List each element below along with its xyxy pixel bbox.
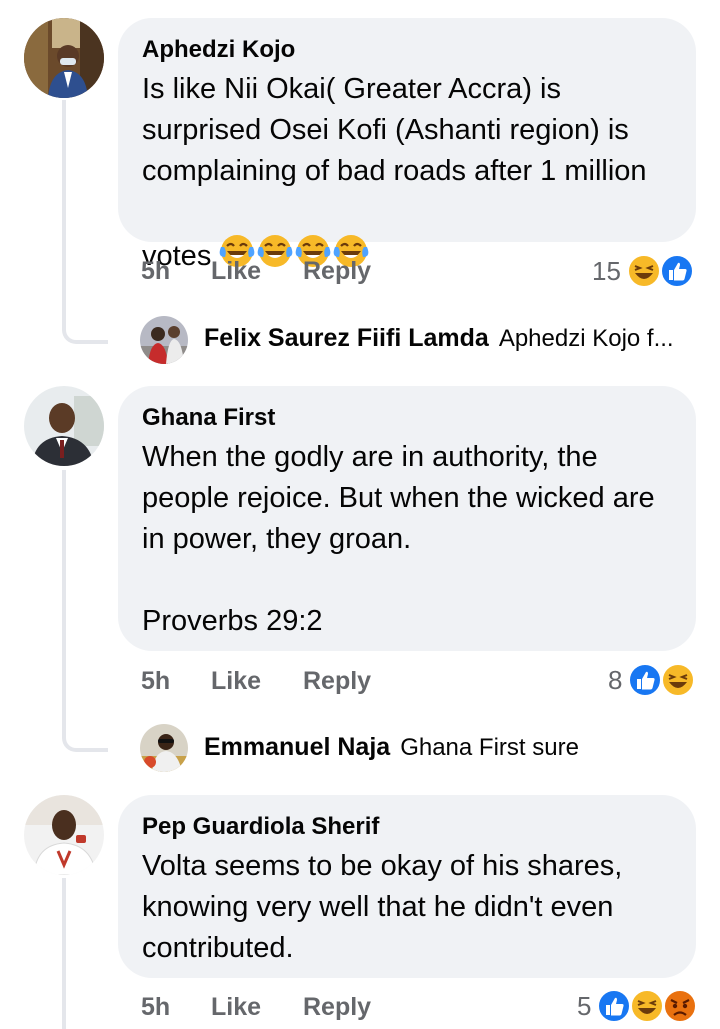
haha-icon [661,663,696,697]
thread-line [62,470,66,730]
reply-button[interactable]: Reply [303,257,371,286]
comment-time[interactable]: 5h [141,993,170,1022]
comment-bubble: Ghana First When the godly are in author… [118,386,696,651]
comment-author[interactable]: Ghana First [142,403,672,433]
comment-author[interactable]: Aphedzi Kojo [142,35,672,65]
comment-time[interactable]: 5h [141,667,170,696]
reaction-count: 5 [577,990,592,1021]
avatar[interactable] [140,316,188,364]
reaction-icons [597,989,698,1023]
like-button[interactable]: Like [211,257,261,286]
reply-snippet: Ghana First sure [400,733,579,761]
comment-text: When the godly are in authority, the peo… [142,441,655,637]
reply-button[interactable]: Reply [303,667,371,696]
thread-connector [62,708,108,752]
like-button[interactable]: Like [211,667,261,696]
like-icon [628,663,663,697]
thread-line [62,100,66,330]
reply-author[interactable]: Felix Saurez Fiifi Lamda [204,324,489,353]
comment-author[interactable]: Pep Guardiola Sherif [142,812,672,842]
avatar[interactable] [24,18,104,98]
reply-snippet: Aphedzi Kojo f... [498,324,674,352]
haha-icon [630,989,665,1023]
comment-bubble: Pep Guardiola Sherif Volta seems to be o… [118,795,696,978]
comment-text-body: Is like Nii Okai( Greater Accra) is surp… [142,73,647,272]
avatar[interactable] [140,724,188,772]
reaction-summary[interactable]: 8 [608,663,698,697]
reaction-summary[interactable]: 5 [577,989,699,1023]
avatar[interactable] [24,795,104,875]
reaction-summary[interactable]: 15 [592,254,697,288]
haha-icon [626,254,661,288]
comment-bubble: Aphedzi Kojo Is like Nii Okai( Greater A… [118,18,696,272]
thread-line [62,878,66,1029]
comment-text: Volta seems to be okay of his shares, kn… [142,850,623,964]
reply-button[interactable]: Reply [303,993,371,1022]
reply-preview[interactable]: Felix Saurez Fiifi Lamda Aphedzi Kojo f.… [204,324,674,353]
like-button[interactable]: Like [211,993,261,1022]
angry-icon [663,989,698,1023]
reaction-count: 15 [592,255,621,286]
thread-connector [62,300,108,344]
reaction-icons [628,663,696,697]
avatar[interactable] [24,386,104,466]
like-icon [659,254,694,288]
reply-preview[interactable]: Emmanuel Naja Ghana First sure [204,733,579,762]
reaction-count: 8 [608,664,623,695]
like-icon [597,989,632,1023]
comment-text: Is like Nii Okai( Greater Accra) is surp… [142,69,672,281]
reply-author[interactable]: Emmanuel Naja [204,733,390,762]
reaction-icons [626,254,694,288]
comment-time[interactable]: 5h [141,257,170,286]
